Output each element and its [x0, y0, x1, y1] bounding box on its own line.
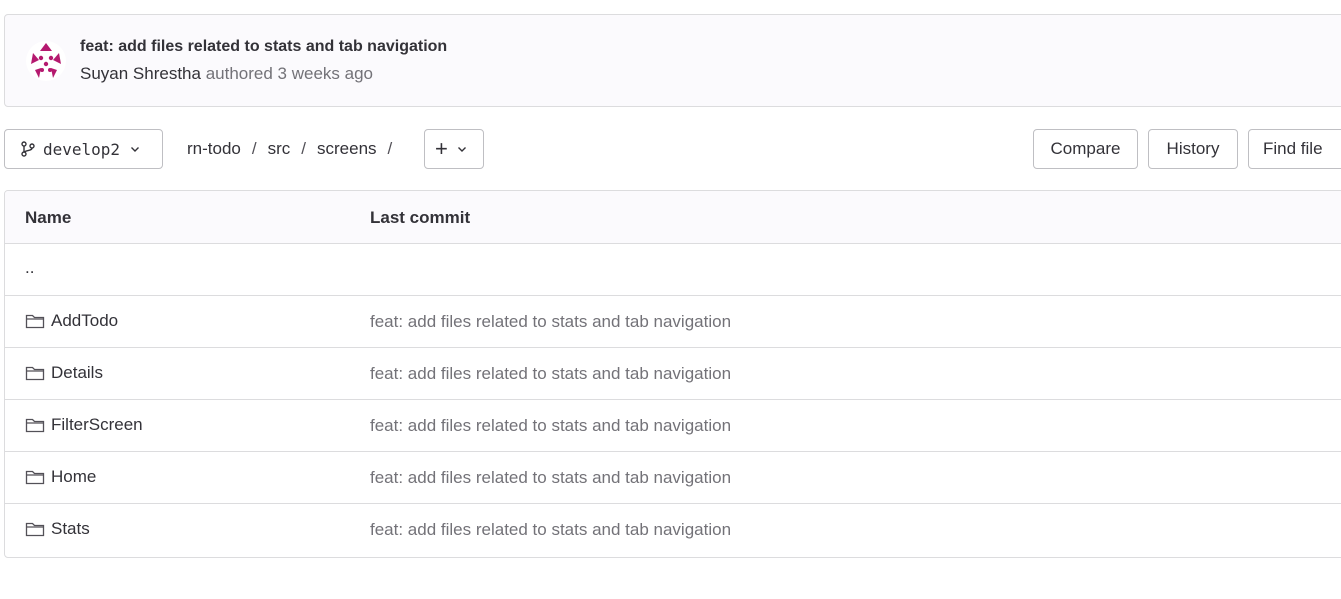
chevron-down-icon	[131, 147, 140, 152]
last-commit-link[interactable]: feat: add files related to stats and tab…	[370, 312, 731, 332]
branch-icon	[21, 141, 35, 157]
folder-name: Home	[51, 467, 97, 486]
folder-name-link[interactable]: Details	[25, 363, 103, 383]
parent-directory-link[interactable]: ..	[25, 258, 34, 278]
folder-name: Stats	[51, 519, 90, 538]
authored-label: authored	[200, 64, 278, 83]
last-commit-link[interactable]: feat: add files related to stats and tab…	[370, 520, 731, 540]
last-commit-panel: feat: add files related to stats and tab…	[4, 14, 1341, 107]
folder-icon	[25, 522, 45, 537]
breadcrumb: rn-todo / src / screens /	[187, 129, 403, 169]
commit-time: 3 weeks ago	[277, 64, 373, 83]
commit-title-link[interactable]: feat: add files related to stats and tab…	[80, 38, 447, 56]
breadcrumb-separator: /	[251, 139, 257, 158]
folder-name: AddTodo	[51, 311, 119, 330]
folder-icon	[25, 418, 45, 433]
commit-author-link[interactable]: Suyan Shrestha	[80, 64, 201, 83]
breadcrumb-item-screens[interactable]: screens	[317, 139, 377, 159]
find-file-button[interactable]: Find file	[1248, 129, 1341, 169]
user-avatar[interactable]	[25, 40, 67, 82]
folder-icon	[25, 314, 45, 329]
table-row[interactable]: AddTodo feat: add files related to stats…	[5, 296, 1341, 348]
table-row[interactable]: FilterScreen feat: add files related to …	[5, 400, 1341, 452]
breadcrumb-item-src[interactable]: src	[268, 139, 291, 159]
breadcrumb-separator: /	[387, 139, 393, 158]
folder-name-link[interactable]: Home	[25, 467, 96, 487]
folder-name-link[interactable]: AddTodo	[25, 311, 118, 331]
folder-name: Details	[51, 363, 103, 382]
history-button[interactable]: History	[1148, 129, 1238, 169]
compare-button[interactable]: Compare	[1033, 129, 1138, 169]
table-row[interactable]: Home feat: add files related to stats an…	[5, 452, 1341, 504]
table-row[interactable]: Details feat: add files related to stats…	[5, 348, 1341, 400]
column-header-last-commit: Last commit	[370, 208, 471, 227]
last-commit-link[interactable]: feat: add files related to stats and tab…	[370, 416, 731, 436]
table-row-parent-directory[interactable]: ..	[5, 244, 1341, 296]
table-header: Name Last commit	[5, 191, 1341, 244]
breadcrumb-separator: /	[301, 139, 307, 158]
last-commit-link[interactable]: feat: add files related to stats and tab…	[370, 468, 731, 488]
repo-toolbar: develop2 rn-todo / src / screens / + Com…	[0, 129, 1341, 169]
commit-meta: Suyan Shrestha authored 3 weeks ago	[80, 64, 373, 84]
file-tree-table: Name Last commit .. AddTodo feat: add fi…	[4, 190, 1341, 558]
folder-name-link[interactable]: Stats	[25, 519, 90, 539]
branch-switcher-button[interactable]: develop2	[4, 129, 163, 169]
folder-name: FilterScreen	[51, 415, 143, 434]
add-to-tree-button[interactable]: +	[424, 129, 484, 169]
breadcrumb-item-rn-todo[interactable]: rn-todo	[187, 139, 241, 159]
last-commit-link[interactable]: feat: add files related to stats and tab…	[370, 364, 731, 384]
chevron-down-icon	[457, 147, 466, 152]
branch-name: develop2	[43, 139, 121, 159]
table-row[interactable]: Stats feat: add files related to stats a…	[5, 504, 1341, 556]
folder-icon	[25, 366, 45, 381]
folder-name-link[interactable]: FilterScreen	[25, 415, 143, 435]
folder-icon	[25, 470, 45, 485]
column-header-name: Name	[25, 208, 72, 227]
plus-icon: +	[435, 136, 448, 161]
